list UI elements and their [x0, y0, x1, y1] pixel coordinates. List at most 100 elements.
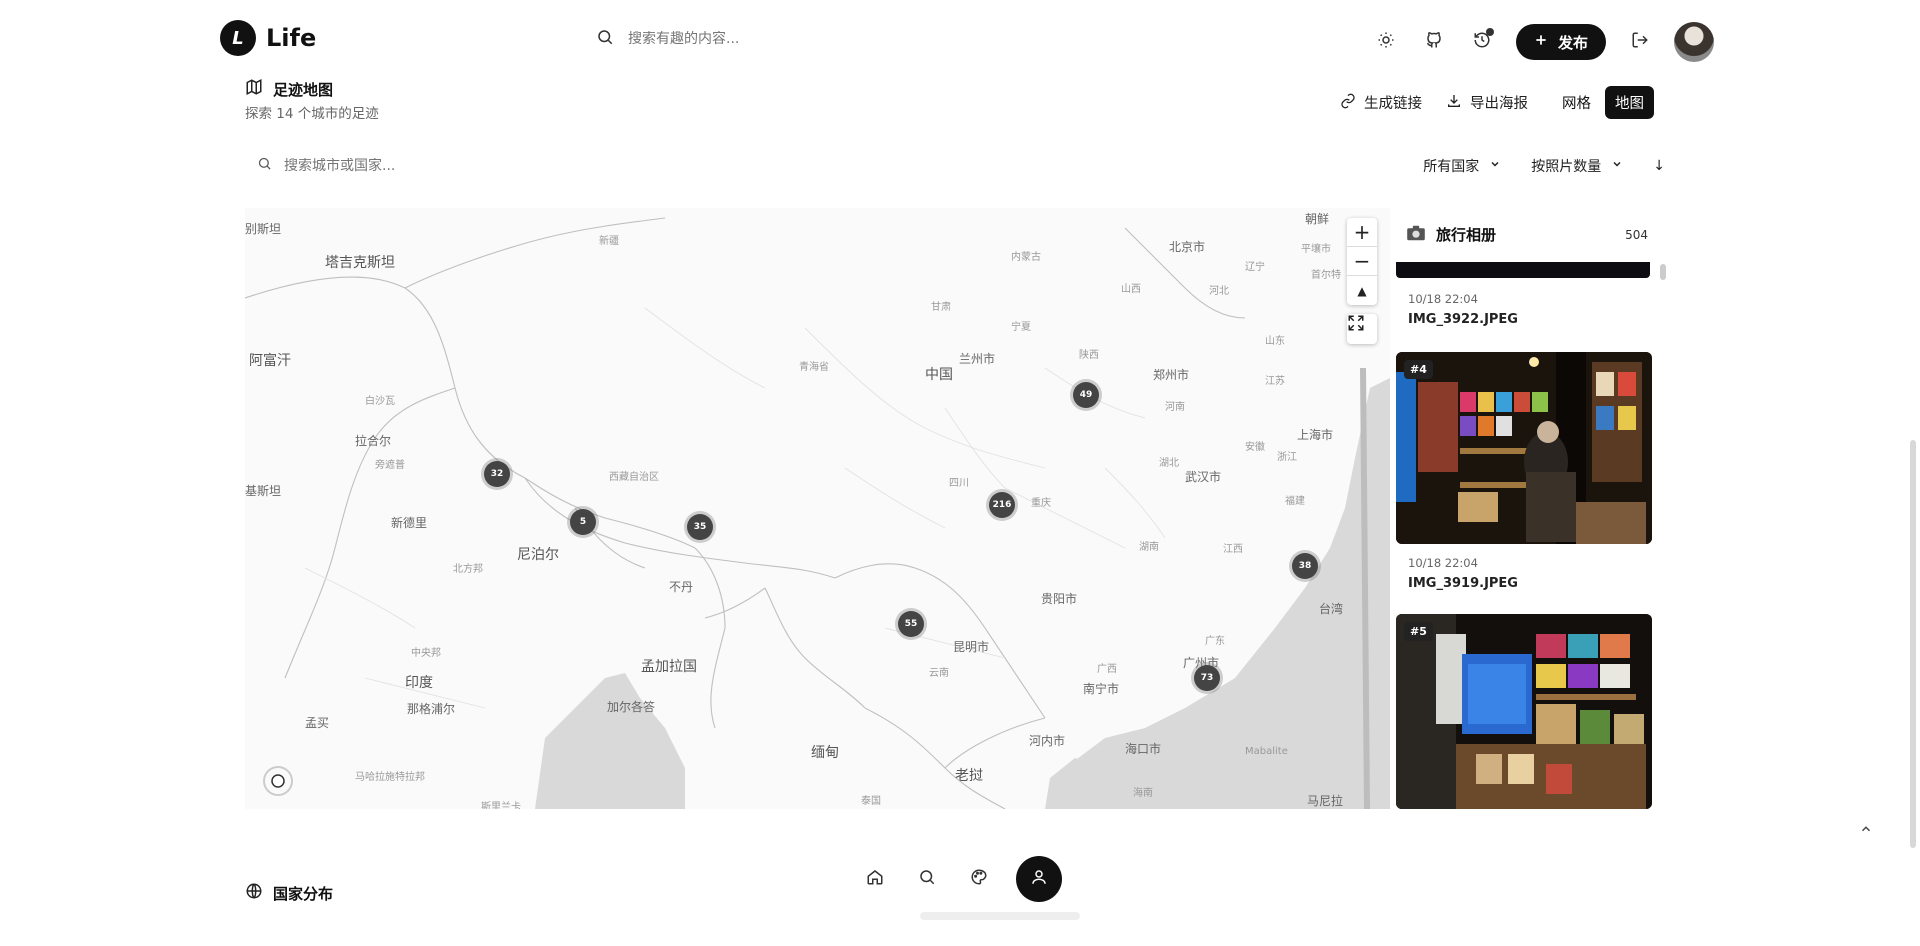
map-label: 内蒙古: [1011, 252, 1041, 263]
city-search-input[interactable]: [284, 157, 584, 174]
photo-thumbnail[interactable]: #4: [1396, 352, 1652, 544]
header-actions: 发布: [1372, 22, 1715, 62]
map-icon: [245, 78, 263, 100]
history-button[interactable]: [1468, 26, 1496, 58]
map-label: 台湾: [1319, 602, 1344, 616]
camera-icon: [1406, 225, 1426, 245]
map-label: 北京市: [1169, 240, 1206, 254]
nav-profile-button[interactable]: [1016, 856, 1062, 902]
footprint-map-title: 足迹地图: [245, 78, 333, 100]
photo-thumbnail[interactable]: #5: [1396, 614, 1652, 809]
photo-cluster[interactable]: 38: [1292, 553, 1318, 579]
photo-cluster[interactable]: 49: [1073, 382, 1099, 408]
page-scrollbar[interactable]: [1910, 440, 1916, 848]
sort-select[interactable]: 按照片数量: [1531, 156, 1623, 176]
plus-icon: [1534, 33, 1548, 51]
logo[interactable]: L Life: [220, 20, 316, 56]
map-label: 山东: [1265, 336, 1285, 347]
page: L Life 搜索有趣的内容... 发布 足迹地图 探索 14 个城市的足迹 生…: [0, 0, 1920, 946]
album-header: 旅行相册 504: [1406, 224, 1656, 245]
photo-cluster[interactable]: 55: [898, 611, 924, 637]
map-label: 旁遮普: [375, 460, 405, 471]
scroll-to-top-button[interactable]: [1854, 818, 1878, 842]
map-label: 南宁市: [1083, 682, 1120, 696]
photo-image: [1396, 352, 1652, 544]
search-icon: [918, 868, 936, 890]
map-label: 云南: [929, 668, 949, 679]
photo-cluster[interactable]: 32: [484, 461, 510, 487]
map-label: 不丹: [669, 580, 694, 594]
map-label: 加尔各答: [607, 700, 656, 714]
logout-button[interactable]: [1626, 26, 1654, 58]
city-search[interactable]: [257, 156, 584, 175]
footprint-map[interactable]: 塔吉克斯坦 阿富汗 中国 尼泊尔 印度 孟加拉国 缅甸 老挝 北京市 兰州市 郑…: [245, 208, 1390, 809]
map-label: 斯里兰卡: [481, 802, 521, 809]
photo-cluster[interactable]: 35: [687, 514, 713, 540]
map-label: 四川: [949, 478, 969, 489]
export-poster-button[interactable]: 导出海报: [1446, 92, 1528, 113]
map-label: 河南: [1165, 402, 1185, 413]
photo-timestamp: 10/18 22:04: [1408, 292, 1478, 306]
nav-home-button[interactable]: [860, 864, 890, 894]
photo-cluster[interactable]: 73: [1194, 665, 1220, 691]
map-label: 兰州市: [959, 352, 996, 366]
nav-theme-button[interactable]: [964, 864, 994, 894]
map-label: 新德里: [391, 516, 428, 530]
travel-album-panel: 旅行相册 504 10/18 22:04 IMG_3922.JPEG #4 10…: [1390, 208, 1670, 809]
map-label: 昆明市: [953, 640, 990, 654]
palette-icon: [970, 868, 988, 890]
global-search-input[interactable]: [628, 31, 988, 47]
photo-thumbnail[interactable]: [1396, 262, 1650, 278]
user-avatar[interactable]: [1674, 22, 1715, 62]
chevron-down-icon: [1611, 158, 1623, 174]
publish-button[interactable]: 发布: [1516, 24, 1607, 60]
zoom-controls: + − ▲: [1347, 218, 1377, 305]
generate-link-button[interactable]: 生成链接: [1340, 92, 1422, 113]
country-select[interactable]: 所有国家: [1423, 156, 1501, 176]
logo-text: Life: [266, 24, 317, 52]
map-label: 浙江: [1277, 452, 1297, 463]
country-distribution-label: 国家分布: [273, 884, 334, 903]
view-grid-tab[interactable]: 网格: [1552, 86, 1601, 119]
publish-label: 发布: [1558, 33, 1589, 52]
photo-meta: 10/18 22:04 IMG_3919.JPEG: [1408, 556, 1518, 591]
map-label: 贵阳市: [1041, 592, 1078, 606]
map-label: 安徽: [1245, 442, 1265, 453]
map-label: 平壤市: [1301, 244, 1331, 255]
sort-order-button[interactable]: ↓: [1653, 158, 1665, 174]
compass-button[interactable]: ▲: [1347, 276, 1377, 305]
photo-meta: 10/18 22:04 IMG_3922.JPEG: [1408, 292, 1518, 327]
section-title-text: 足迹地图: [273, 80, 334, 99]
filter-row: 所有国家 按照片数量 ↓: [245, 150, 1665, 182]
album-scrollbar[interactable]: [1660, 264, 1666, 280]
locate-button[interactable]: [261, 764, 295, 798]
top-header: L Life 搜索有趣的内容... 发布: [0, 0, 1920, 76]
global-search[interactable]: [596, 24, 1016, 54]
photo-filename: IMG_3919.JPEG: [1408, 576, 1518, 591]
nav-search-button[interactable]: [912, 864, 942, 894]
fullscreen-button[interactable]: [1347, 314, 1377, 344]
zoom-in-button[interactable]: +: [1347, 218, 1377, 247]
generate-link-label: 生成链接: [1364, 96, 1422, 112]
map-label: 山西: [1121, 284, 1141, 295]
map-label: 拉合尔: [355, 434, 392, 448]
theme-toggle-button[interactable]: [1372, 26, 1400, 58]
map-label: 马尼拉: [1307, 794, 1344, 808]
bottom-nav-shadow: [920, 912, 1080, 920]
map-label: 阿富汗: [249, 353, 291, 369]
map-label: 甘肃: [931, 302, 951, 313]
map-label: 海口市: [1125, 742, 1162, 756]
photo-cluster[interactable]: 216: [989, 492, 1015, 518]
map-label: 那格浦尔: [407, 702, 456, 716]
map-label: 武汉市: [1185, 470, 1222, 484]
map-label: 重庆: [1031, 498, 1051, 509]
zoom-out-button[interactable]: −: [1347, 247, 1377, 276]
view-map-tab[interactable]: 地图: [1605, 86, 1654, 119]
sun-icon: [1377, 31, 1395, 53]
photo-cluster[interactable]: 5: [570, 509, 596, 535]
photo-image: [1396, 614, 1652, 809]
github-button[interactable]: [1420, 26, 1448, 58]
map-label: 孟买: [305, 716, 330, 730]
map-label: 泰国: [861, 796, 881, 807]
notification-dot: [1486, 28, 1494, 36]
